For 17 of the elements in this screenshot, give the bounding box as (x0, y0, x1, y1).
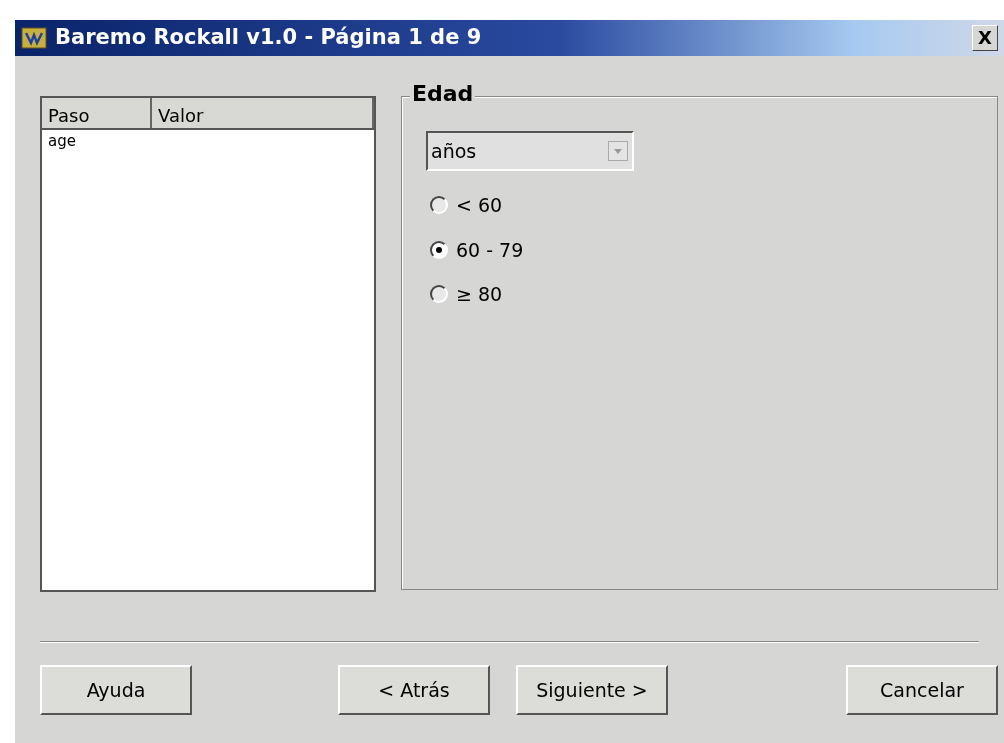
dialog-button[interactable]: Cancelar (846, 665, 998, 715)
column-header[interactable]: Valor (152, 98, 374, 128)
radio-button[interactable] (430, 285, 448, 304)
radio-button[interactable] (430, 196, 448, 215)
column-header[interactable]: Paso (42, 98, 152, 128)
dialog-button[interactable]: Siguiente > (516, 665, 668, 715)
radio-label: 60 - 79 (456, 237, 524, 263)
unit-dropdown[interactable]: años (426, 131, 634, 171)
app-icon (21, 27, 47, 49)
radio-label: ≥ 80 (456, 282, 503, 307)
radio-button[interactable] (430, 240, 448, 259)
close-button[interactable]: X (972, 25, 998, 51)
window-title: Baremo Rockall v1.0 - Página 1 de 9 (55, 24, 482, 52)
dialog-button[interactable]: < Atrás (338, 665, 490, 715)
help-button[interactable]: Ayuda (40, 665, 192, 715)
radio-label: < 60 (456, 193, 503, 218)
table-cell: age (48, 132, 76, 150)
